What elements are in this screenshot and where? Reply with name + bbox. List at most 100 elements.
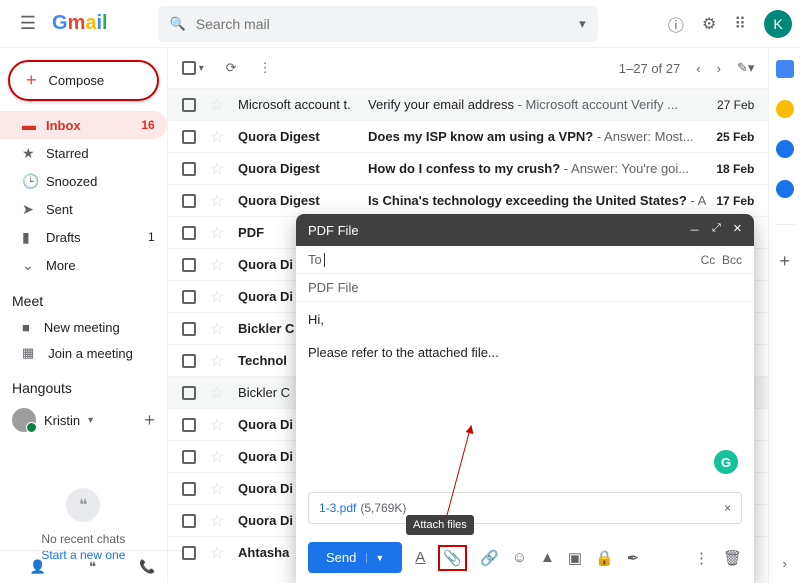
drive-icon[interactable]: ▲ [540, 549, 555, 566]
star-icon[interactable]: ☆ [210, 319, 224, 339]
account-avatar[interactable]: K [764, 10, 792, 38]
addons-plus-icon[interactable]: + [779, 251, 790, 272]
select-all-checkbox[interactable] [182, 61, 196, 75]
cc-link[interactable]: Cc [701, 253, 716, 267]
row-checkbox[interactable] [182, 386, 196, 400]
star-icon[interactable]: ☆ [210, 511, 224, 531]
gmail-logo[interactable]: Gmail [52, 12, 108, 35]
send-button[interactable]: Send ▼ [308, 542, 402, 573]
email-row[interactable]: ☆Quora DigestDoes my ISP know am using a… [168, 120, 769, 152]
star-icon[interactable]: ☆ [210, 95, 224, 115]
compose-button[interactable]: + Compose [8, 60, 159, 101]
nav-item-drafts[interactable]: ▮Drafts1 [0, 223, 167, 251]
meet-item[interactable]: ■New meeting [0, 315, 167, 340]
search-bar[interactable]: 🔍 ▾ [158, 6, 598, 42]
row-checkbox[interactable] [182, 162, 196, 176]
new-chat-icon[interactable]: + [144, 410, 155, 431]
nav-item-starred[interactable]: ★Starred [0, 139, 167, 167]
refresh-icon[interactable]: ⟳ [226, 60, 237, 76]
discard-icon[interactable]: 🗑 [723, 549, 742, 567]
star-icon[interactable]: ☆ [210, 287, 224, 307]
hangouts-icon[interactable]: ❝ [89, 559, 96, 575]
star-icon[interactable]: ☆ [210, 223, 224, 243]
send-options-icon[interactable]: ▼ [366, 553, 384, 563]
help-icon[interactable]: ⓘ [668, 12, 684, 36]
bcc-link[interactable]: Bcc [722, 253, 742, 267]
star-icon[interactable]: ☆ [210, 191, 224, 211]
search-dropdown-icon[interactable]: ▾ [579, 16, 586, 32]
edit-icon[interactable]: ✎▾ [737, 60, 754, 76]
nav-item-snoozed[interactable]: 🕒Snoozed [0, 167, 167, 195]
close-icon[interactable]: ✕ [733, 222, 742, 238]
select-dropdown-icon[interactable]: ▾ [199, 63, 204, 74]
nav-item-more[interactable]: ⌄More [0, 251, 167, 279]
row-checkbox[interactable] [182, 354, 196, 368]
row-checkbox[interactable] [182, 418, 196, 432]
prev-page-icon[interactable]: ‹ [696, 61, 700, 76]
insert-link-icon[interactable]: 🔗 [480, 549, 499, 567]
formatting-icon[interactable]: A [415, 549, 425, 566]
row-checkbox[interactable] [182, 482, 196, 496]
pen-icon[interactable]: ✒ [627, 549, 640, 567]
apps-icon[interactable]: ⠿ [734, 14, 746, 34]
star-icon[interactable]: ☆ [210, 351, 224, 371]
star-icon[interactable]: ☆ [210, 479, 224, 499]
compose-titlebar[interactable]: PDF File － ⤢ ✕ [296, 214, 754, 246]
dropdown-icon[interactable]: ▾ [88, 415, 93, 426]
row-checkbox[interactable] [182, 226, 196, 240]
email-row[interactable]: ☆Microsoft account t.Verify your email a… [168, 88, 769, 120]
star-icon[interactable]: ☆ [210, 255, 224, 275]
email-row[interactable]: ☆Quora DigestHow do I confess to my crus… [168, 152, 769, 184]
row-checkbox[interactable] [182, 514, 196, 528]
to-input[interactable] [331, 252, 701, 267]
calendar-icon[interactable] [776, 60, 794, 78]
row-checkbox[interactable] [182, 450, 196, 464]
emoji-icon[interactable]: ☺ [512, 549, 527, 566]
star-icon[interactable]: ☆ [210, 159, 224, 179]
collapse-rail-icon[interactable]: › [783, 556, 787, 571]
row-checkbox[interactable] [182, 130, 196, 144]
more-icon[interactable]: ⋮ [259, 60, 272, 76]
remove-attachment-icon[interactable]: × [724, 501, 731, 515]
nav-item-inbox[interactable]: ▬Inbox16 [0, 111, 167, 139]
next-page-icon[interactable]: › [717, 61, 721, 76]
star-icon[interactable]: ☆ [210, 543, 224, 563]
more-options-icon[interactable]: ⋮ [694, 549, 709, 567]
star-icon[interactable]: ☆ [210, 383, 224, 403]
subject-field[interactable]: PDF File [296, 274, 754, 302]
person-icon[interactable]: 👤 [30, 559, 46, 575]
row-checkbox[interactable] [182, 546, 196, 560]
attachment-chip[interactable]: 1-3.pdf (5,769K) × [308, 492, 742, 524]
hangouts-user-row[interactable]: Kristin ▾ + [0, 402, 167, 438]
star-icon[interactable]: ☆ [210, 447, 224, 467]
contacts-icon[interactable] [776, 180, 794, 198]
meet-item[interactable]: ▦Join a meeting [0, 340, 167, 366]
settings-icon[interactable]: ⚙ [702, 14, 716, 34]
grammarly-icon[interactable]: G [714, 450, 738, 474]
star-icon[interactable]: ☆ [210, 127, 224, 147]
row-checkbox[interactable] [182, 98, 196, 112]
expand-icon[interactable]: ⤢ [712, 222, 721, 238]
confidential-icon[interactable]: 🔒 [595, 549, 614, 567]
tasks-icon[interactable] [776, 140, 794, 158]
user-presence-icon [12, 408, 36, 432]
hamburger-icon[interactable]: ☰ [8, 13, 48, 34]
row-checkbox[interactable] [182, 194, 196, 208]
star-icon[interactable]: ☆ [210, 415, 224, 435]
compose-body[interactable]: Hi, Please refer to the attached file... [296, 302, 754, 492]
row-checkbox[interactable] [182, 258, 196, 272]
attach-files-icon[interactable]: 📎 [438, 545, 467, 571]
row-checkbox[interactable] [182, 290, 196, 304]
keep-icon[interactable] [776, 100, 794, 118]
insert-photo-icon[interactable]: ▣ [568, 549, 582, 567]
body-text: Please refer to the attached file... [308, 345, 742, 360]
nav-label: Snoozed [46, 174, 155, 189]
nav-item-sent[interactable]: ➤Sent [0, 195, 167, 223]
to-field[interactable]: To Cc Bcc [296, 246, 754, 274]
sidebar-bottom-tabs: 👤 ❝ 📞 [0, 550, 185, 583]
phone-icon[interactable]: 📞 [139, 559, 155, 575]
search-input[interactable] [196, 16, 579, 32]
row-checkbox[interactable] [182, 322, 196, 336]
email-row[interactable]: ☆Quora DigestIs China's technology excee… [168, 184, 769, 216]
minimize-icon[interactable]: － [689, 222, 700, 238]
